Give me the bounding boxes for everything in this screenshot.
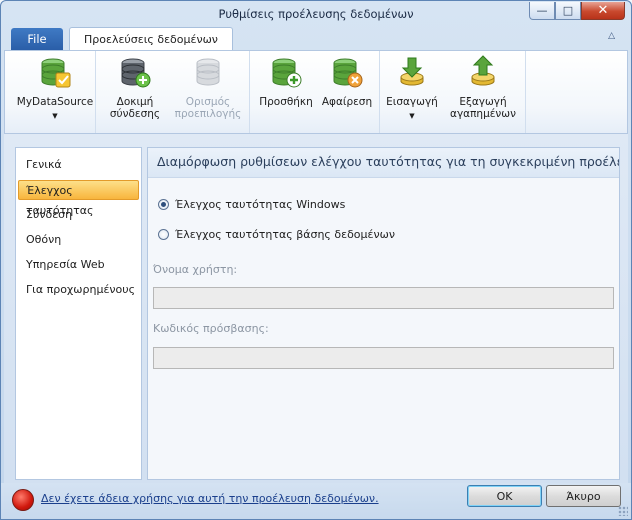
panel-header: Διαμόρφωση ρυθμίσεων ελέγχου ταυτότητας … xyxy=(148,148,619,178)
file-tab[interactable]: File xyxy=(11,28,63,50)
database-remove-icon xyxy=(333,58,363,88)
chevron-down-icon: ▼ xyxy=(409,112,415,120)
close-button[interactable]: ✕ xyxy=(581,2,625,20)
password-label: Κωδικός πρόσβασης: xyxy=(153,322,269,335)
test-connection-label-2: σύνδεσης xyxy=(109,108,161,120)
authentication-panel: Διαμόρφωση ρυθμίσεων ελέγχου ταυτότητας … xyxy=(147,147,620,480)
username-field[interactable] xyxy=(153,287,614,309)
mydatasource-button[interactable]: MyDataSource ▼ xyxy=(13,55,97,122)
nav-item-advanced[interactable]: Για προχωρημένους xyxy=(18,280,139,300)
password-field[interactable] xyxy=(153,347,614,369)
window-controls: — □ ✕ xyxy=(529,2,625,20)
test-connection-button[interactable]: Δοκιμή σύνδεσης xyxy=(103,55,167,120)
database-auth-radio[interactable] xyxy=(158,229,169,240)
nav-item-general[interactable]: Γενικά xyxy=(18,155,139,175)
windows-auth-option[interactable]: Έλεγχος ταυτότητας Windows xyxy=(158,198,345,211)
ok-button[interactable]: OK xyxy=(467,485,542,507)
export-favorites-button[interactable]: Εξαγωγή αγαπημένων xyxy=(445,55,521,120)
database-add-icon xyxy=(272,58,302,88)
test-connection-label-1: Δοκιμή xyxy=(116,96,154,108)
import-button[interactable]: Εισαγωγή ▼ xyxy=(383,55,441,122)
set-default-button[interactable]: Ορισμός προεπιλογής xyxy=(171,55,245,120)
mydatasource-label: MyDataSource xyxy=(16,96,94,108)
windows-auth-radio[interactable] xyxy=(158,199,169,210)
remove-button[interactable]: Αφαίρεση xyxy=(317,55,377,108)
collapse-ribbon-icon[interactable]: △ xyxy=(608,31,615,41)
username-label: Όνομα χρήστη: xyxy=(153,263,238,276)
add-button[interactable]: Προσθήκη xyxy=(255,55,317,108)
close-icon: ✕ xyxy=(597,3,609,18)
database-default-icon xyxy=(196,58,220,86)
windows-auth-label: Έλεγχος ταυτότητας Windows xyxy=(175,198,346,211)
export-label-1: Εξαγωγή xyxy=(459,96,507,108)
license-warning-link[interactable]: Δεν έχετε άδεια χρήσης για αυτή την προέ… xyxy=(41,492,379,505)
maximize-icon: □ xyxy=(562,4,574,17)
dialog-footer: Δεν έχετε άδεια χρήσης για αυτή την προέ… xyxy=(1,483,631,519)
import-icon xyxy=(400,57,424,86)
dialog-window: Ρυθμίσεις προέλευσης δεδομένων — □ ✕ Fil… xyxy=(0,0,632,520)
stop-icon xyxy=(12,489,34,511)
remove-label: Αφαίρεση xyxy=(321,96,373,108)
content-area: Γενικά Έλεγχος ταυτότητας Σύνδεση Οθόνη … xyxy=(4,134,628,483)
set-default-label-2: προεπιλογής xyxy=(174,108,242,120)
settings-nav: Γενικά Έλεγχος ταυτότητας Σύνδεση Οθόνη … xyxy=(15,147,142,480)
ribbon-toolbar: MyDataSource ▼ Δοκιμή σύνδεσης Ορισμός π… xyxy=(4,50,628,134)
import-label: Εισαγωγή xyxy=(386,96,438,108)
minimize-icon: — xyxy=(536,4,548,17)
title-bar[interactable]: Ρυθμίσεις προέλευσης δεδομένων — □ ✕ xyxy=(1,1,631,27)
nav-item-display[interactable]: Οθόνη xyxy=(18,230,139,250)
database-auth-label: Έλεγχος ταυτότητας βάσης δεδομένων xyxy=(175,228,395,241)
nav-item-authentication[interactable]: Έλεγχος ταυτότητας xyxy=(18,180,139,217)
database-test-icon xyxy=(121,58,151,88)
tab-data-sources[interactable]: Προελεύσεις δεδομένων xyxy=(69,27,233,51)
nav-item-web-service[interactable]: Υπηρεσία Web xyxy=(18,255,139,275)
cancel-button[interactable]: Άκυρο xyxy=(546,485,621,507)
database-auth-option[interactable]: Έλεγχος ταυτότητας βάσης δεδομένων xyxy=(158,228,395,241)
export-label-2: αγαπημένων xyxy=(450,108,516,120)
minimize-button[interactable]: — xyxy=(529,2,555,20)
maximize-button[interactable]: □ xyxy=(555,2,581,20)
resize-grip-icon[interactable] xyxy=(618,506,628,516)
add-label: Προσθήκη xyxy=(259,96,313,108)
set-default-label-1: Ορισμός xyxy=(185,96,231,108)
export-icon xyxy=(471,55,495,86)
chevron-down-icon: ▼ xyxy=(52,112,58,120)
database-check-icon xyxy=(41,58,71,88)
